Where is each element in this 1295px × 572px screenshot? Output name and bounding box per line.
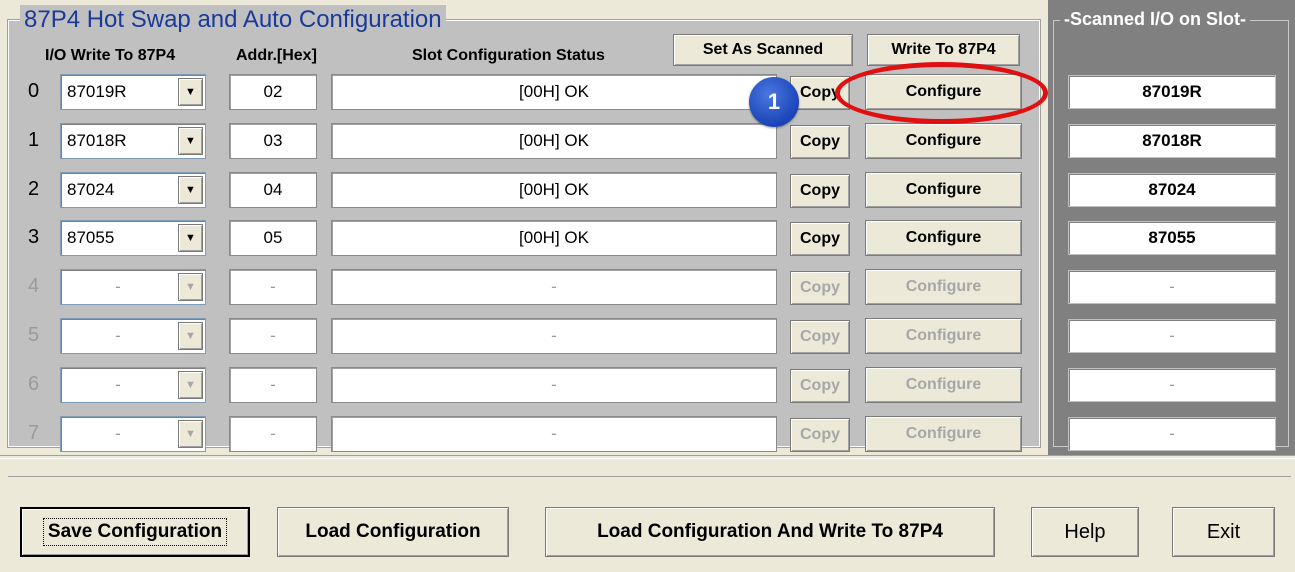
slot-number: 5 (28, 324, 40, 346)
copy-button[interactable]: Copy (790, 271, 850, 305)
save-configuration-button[interactable]: Save Configuration (20, 507, 250, 557)
slot-number: 3 (28, 226, 40, 248)
header-io-write: I/O Write To 87P4 (45, 47, 176, 64)
scanned-io-field: - (1068, 417, 1276, 451)
address-field[interactable]: 05 (229, 220, 317, 256)
step-badge: 1 (749, 77, 799, 127)
scanned-io-field: 87019R (1068, 75, 1276, 109)
slot-number: 0 (28, 80, 40, 102)
configure-button[interactable]: Configure (865, 416, 1022, 452)
copy-button[interactable]: Copy (790, 222, 850, 256)
module-select[interactable]: - ▼ (60, 318, 206, 354)
configure-button[interactable]: Configure (865, 318, 1022, 354)
slot-status-field: - (331, 416, 777, 452)
module-select[interactable]: 87024 ▼ (60, 172, 206, 208)
set-as-scanned-button[interactable]: Set As Scanned (673, 34, 853, 66)
address-field[interactable]: 04 (229, 172, 317, 208)
scanned-io-field: 87024 (1068, 173, 1276, 207)
scanned-io-field: - (1068, 368, 1276, 402)
slot-status-field: [00H] OK (331, 74, 777, 110)
module-select-value: - (115, 375, 121, 394)
address-field[interactable]: - (229, 269, 317, 305)
module-select[interactable]: 87018R ▼ (60, 123, 206, 159)
header-addr: Addr.[Hex] (236, 47, 317, 64)
address-field[interactable]: - (229, 367, 317, 403)
address-field[interactable]: - (229, 318, 317, 354)
copy-button[interactable]: Copy (790, 369, 850, 403)
chevron-down-icon[interactable]: ▼ (178, 273, 203, 301)
chevron-down-icon[interactable]: ▼ (178, 322, 203, 350)
scanned-io-field: - (1068, 270, 1276, 304)
module-select[interactable]: - ▼ (60, 367, 206, 403)
exit-button[interactable]: Exit (1172, 507, 1275, 557)
highlight-ellipse (835, 62, 1048, 124)
module-select-value: 87024 (67, 180, 115, 199)
module-select-value: 87018R (67, 131, 127, 150)
chevron-down-icon[interactable]: ▼ (178, 420, 203, 448)
slot-status-field: - (331, 269, 777, 305)
configure-button[interactable]: Configure (865, 220, 1022, 256)
module-select-value: - (115, 326, 121, 345)
scanned-io-title: -Scanned I/O on Slot- (1060, 6, 1251, 32)
configure-button[interactable]: Configure (865, 269, 1022, 305)
module-select-value: - (115, 424, 121, 443)
scanned-io-field: 87018R (1068, 124, 1276, 158)
group-title: 87P4 Hot Swap and Auto Configuration (20, 5, 446, 35)
load-configuration-button[interactable]: Load Configuration (277, 507, 509, 557)
help-button[interactable]: Help (1031, 507, 1139, 557)
slot-number: 1 (28, 129, 40, 151)
slot-number: 6 (28, 373, 40, 395)
address-field[interactable]: 03 (229, 123, 317, 159)
slot-status-field: [00H] OK (331, 172, 777, 208)
slot-number: 2 (28, 178, 40, 200)
address-field[interactable]: 02 (229, 74, 317, 110)
scanned-io-field: - (1068, 319, 1276, 353)
slot-number: 4 (28, 275, 40, 297)
module-select[interactable]: - ▼ (60, 416, 206, 452)
header-status: Slot Configuration Status (412, 47, 605, 64)
slot-status-field: - (331, 318, 777, 354)
copy-button[interactable]: Copy (790, 174, 850, 208)
slot-status-field: [00H] OK (331, 220, 777, 256)
copy-button[interactable]: Copy (790, 125, 850, 159)
module-select-value: - (115, 277, 121, 296)
load-and-write-button[interactable]: Load Configuration And Write To 87P4 (545, 507, 995, 557)
copy-button[interactable]: Copy (790, 320, 850, 354)
configure-button[interactable]: Configure (865, 367, 1022, 403)
chevron-down-icon[interactable]: ▼ (178, 176, 203, 204)
address-field[interactable]: - (229, 416, 317, 452)
configure-button[interactable]: Configure (865, 123, 1022, 159)
module-select[interactable]: - ▼ (60, 269, 206, 305)
chevron-down-icon[interactable]: ▼ (178, 371, 203, 399)
configure-button[interactable]: Configure (865, 172, 1022, 208)
chevron-down-icon[interactable]: ▼ (178, 78, 203, 106)
module-select[interactable]: 87019R ▼ (60, 74, 206, 110)
scanned-io-field: 87055 (1068, 221, 1276, 255)
module-select[interactable]: 87055 ▼ (60, 220, 206, 256)
copy-button[interactable]: Copy (790, 418, 850, 452)
slot-status-field: - (331, 367, 777, 403)
save-configuration-label: Save Configuration (42, 518, 228, 546)
scanned-io-title-text: Scanned I/O on Slot (1070, 9, 1241, 29)
separator (0, 455, 1295, 459)
chevron-down-icon[interactable]: ▼ (178, 127, 203, 155)
slot-number: 7 (28, 422, 40, 444)
slot-status-field: [00H] OK (331, 123, 777, 159)
module-select-value: 87019R (67, 82, 127, 101)
chevron-down-icon[interactable]: ▼ (178, 224, 203, 252)
module-select-value: 87055 (67, 228, 115, 247)
